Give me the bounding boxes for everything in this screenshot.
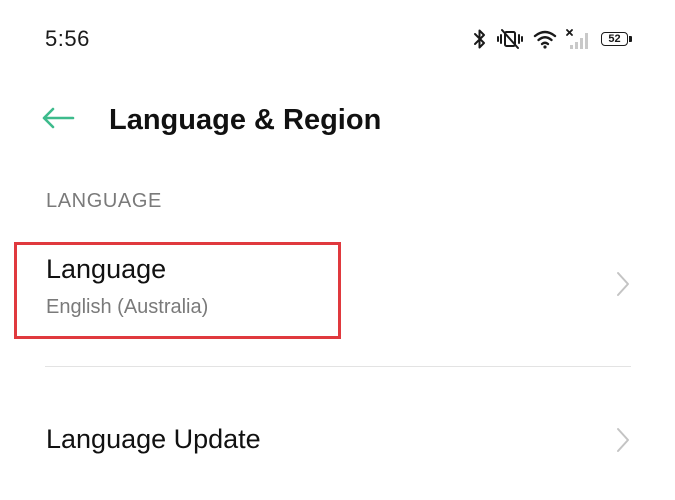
settings-screen: 5:56 52 Language & Region LANGUAGE Langu… [0, 0, 675, 500]
status-bar: 5:56 52 [0, 0, 675, 80]
vibrate-mute-icon [496, 28, 524, 50]
chevron-right-icon [615, 270, 631, 298]
cellular-no-signal-icon [566, 28, 592, 50]
battery-level: 52 [601, 32, 628, 46]
language-setting-item[interactable]: Language English (Australia) [0, 242, 675, 342]
chevron-right-icon [615, 426, 631, 454]
back-button[interactable] [38, 102, 78, 138]
divider [45, 366, 631, 367]
wifi-icon [533, 29, 557, 49]
bluetooth-icon [473, 28, 487, 50]
arrow-left-icon [40, 106, 76, 135]
language-item-title: Language [46, 254, 167, 284]
language-update-title: Language Update [46, 424, 261, 454]
status-time: 5:56 [45, 26, 90, 51]
language-item-value: English (Australia) [46, 296, 209, 318]
battery-cap [629, 36, 632, 42]
language-update-item[interactable]: Language Update [0, 412, 675, 472]
page-title: Language & Region [109, 104, 382, 136]
app-header: Language & Region [0, 88, 675, 152]
battery-icon: 52 [601, 31, 633, 47]
status-icons: 52 [473, 26, 633, 52]
section-header-language: LANGUAGE [46, 190, 162, 212]
